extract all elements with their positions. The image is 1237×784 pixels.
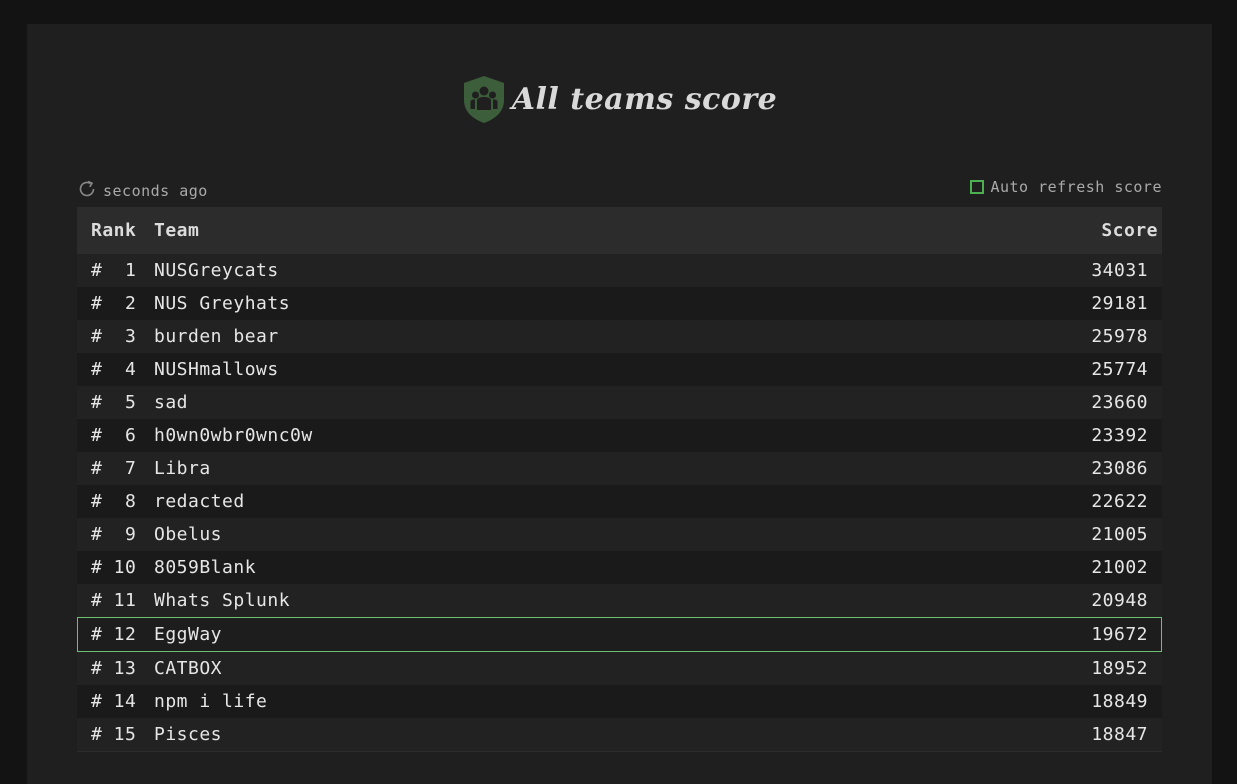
table-row[interactable]: # 11 Whats Splunk 20948 bbox=[77, 584, 1162, 617]
score-cell: 18849 bbox=[1091, 691, 1148, 712]
column-header-rank[interactable]: Rank bbox=[77, 207, 154, 254]
auto-refresh-toggle[interactable]: Auto refresh score bbox=[970, 178, 1162, 196]
page-title: All teams score bbox=[511, 81, 778, 117]
team-name-cell: NUSGreycats bbox=[154, 260, 279, 281]
score-cell: 21002 bbox=[1091, 557, 1148, 578]
table-row[interactable]: # 9 Obelus 21005 bbox=[77, 518, 1162, 551]
team-name-cell: Pisces bbox=[154, 723, 223, 745]
rank-cell: # 13 bbox=[91, 658, 137, 679]
last-updated: seconds ago bbox=[77, 179, 208, 203]
table-row[interactable]: # 2 NUS Greyhats 29181 bbox=[77, 287, 1162, 320]
rank-cell: # 4 bbox=[91, 359, 137, 380]
rank-cell: # 9 bbox=[91, 524, 137, 545]
team-name-cell: burden bear bbox=[154, 326, 279, 347]
team-shield-icon bbox=[462, 74, 506, 124]
rank-cell: # 3 bbox=[91, 326, 137, 347]
team-name-cell: h0wn0wbr0wnc0w bbox=[154, 425, 313, 446]
score-cell: 23660 bbox=[1091, 392, 1148, 413]
auto-refresh-label: Auto refresh score bbox=[990, 178, 1162, 196]
table-header-row: Rank Team Score bbox=[77, 207, 1162, 254]
rank-cell: # 1 bbox=[91, 260, 137, 281]
auto-refresh-checkbox[interactable] bbox=[970, 180, 985, 194]
rank-cell: # 2 bbox=[91, 293, 137, 314]
rank-cell: # 10 bbox=[91, 557, 137, 578]
page-header: All teams score bbox=[27, 74, 1212, 124]
rank-cell: # 14 bbox=[91, 691, 137, 712]
team-name-cell: CATBOX bbox=[154, 658, 223, 679]
table-row[interactable]: # 4 NUSHmallows 25774 bbox=[77, 353, 1162, 386]
scoreboard-panel: All teams score seconds ago Auto refresh… bbox=[27, 24, 1212, 784]
team-name-cell: npm i life bbox=[154, 691, 268, 712]
rank-cell: # 6 bbox=[91, 425, 137, 446]
score-cell: 34031 bbox=[1091, 260, 1148, 281]
table-row[interactable]: # 5 sad 23660 bbox=[77, 386, 1162, 419]
scoreboard-rows: # 1 NUSGreycats 34031 # 2 NUS Greyhats 29181 #… bbox=[77, 254, 1162, 751]
table-row[interactable]: # 3 burden bear 25978 bbox=[77, 320, 1162, 353]
column-header-score[interactable]: Score bbox=[851, 207, 1162, 254]
team-name-cell: Obelus bbox=[154, 524, 223, 545]
column-header-team[interactable]: Team bbox=[154, 207, 851, 254]
team-name-cell: NUS Greyhats bbox=[154, 293, 291, 314]
table-row[interactable]: # 7 Libra 23086 bbox=[77, 452, 1162, 485]
team-name-cell: Libra bbox=[154, 458, 211, 479]
last-updated-text: seconds ago bbox=[103, 182, 208, 200]
score-cell: 19672 bbox=[1091, 624, 1148, 645]
score-cell: 23086 bbox=[1091, 458, 1148, 479]
rank-cell: # 5 bbox=[91, 392, 137, 413]
team-name-cell: redacted bbox=[154, 491, 245, 512]
score-cell: 29181 bbox=[1091, 293, 1148, 314]
team-name-cell: 8059Blank bbox=[154, 557, 257, 578]
table-row[interactable]: # 8 redacted 22622 bbox=[77, 485, 1162, 518]
team-name-cell: sad bbox=[154, 392, 189, 413]
scoreboard-table: Rank Team Score # 1 NUSGreycats 34031 # 2 NU… bbox=[77, 207, 1162, 752]
refresh-icon[interactable] bbox=[77, 179, 97, 203]
score-cell: 25978 bbox=[1091, 326, 1148, 347]
team-name-cell: NUSHmallows bbox=[154, 359, 279, 380]
table-row[interactable]: # 12 EggWay 19672 bbox=[77, 617, 1162, 652]
table-row[interactable]: # 13 CATBOX 18952 bbox=[77, 652, 1162, 685]
table-row[interactable]: # 10 8059Blank 21002 bbox=[77, 551, 1162, 584]
score-cell: 23392 bbox=[1091, 425, 1148, 446]
table-row[interactable]: # 14 npm i life 18849 bbox=[77, 685, 1162, 718]
table-row[interactable]: # 15 Pisces 18847 bbox=[77, 718, 1162, 751]
score-cell: 25774 bbox=[1091, 359, 1148, 380]
score-cell: 18847 bbox=[1091, 723, 1148, 745]
table-row[interactable]: # 1 NUSGreycats 34031 bbox=[77, 254, 1162, 287]
scoreboard-toolbar: seconds ago Auto refresh score bbox=[77, 174, 1162, 200]
team-name-cell: Whats Splunk bbox=[154, 590, 291, 611]
score-cell: 20948 bbox=[1091, 590, 1148, 611]
score-cell: 21005 bbox=[1091, 524, 1148, 545]
rank-cell: # 12 bbox=[91, 624, 137, 645]
score-cell: 18952 bbox=[1091, 658, 1148, 679]
team-name-cell: EggWay bbox=[154, 624, 223, 645]
rank-cell: # 8 bbox=[91, 491, 137, 512]
score-cell: 22622 bbox=[1091, 491, 1148, 512]
rank-cell: # 11 bbox=[91, 590, 137, 611]
table-row[interactable]: # 6 h0wn0wbr0wnc0w 23392 bbox=[77, 419, 1162, 452]
rank-cell: # 7 bbox=[91, 458, 137, 479]
rank-cell: # 15 bbox=[91, 723, 137, 745]
